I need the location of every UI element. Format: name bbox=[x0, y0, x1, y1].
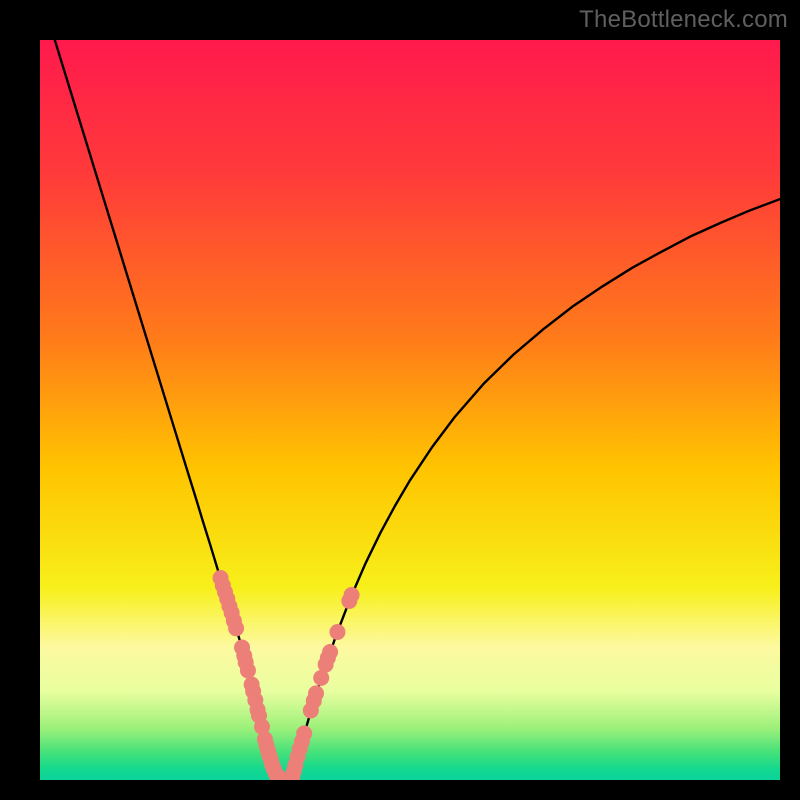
gradient-background bbox=[40, 40, 780, 780]
data-marker bbox=[344, 587, 360, 603]
data-marker bbox=[228, 620, 244, 636]
data-marker bbox=[308, 685, 324, 701]
data-marker bbox=[240, 662, 256, 678]
watermark-text: TheBottleneck.com bbox=[579, 6, 788, 34]
data-marker bbox=[322, 644, 338, 660]
chart-container: TheBottleneck.com bbox=[0, 0, 800, 800]
data-marker bbox=[296, 725, 312, 741]
chart-svg bbox=[40, 40, 780, 780]
plot-area bbox=[40, 40, 780, 780]
data-marker bbox=[329, 624, 345, 640]
